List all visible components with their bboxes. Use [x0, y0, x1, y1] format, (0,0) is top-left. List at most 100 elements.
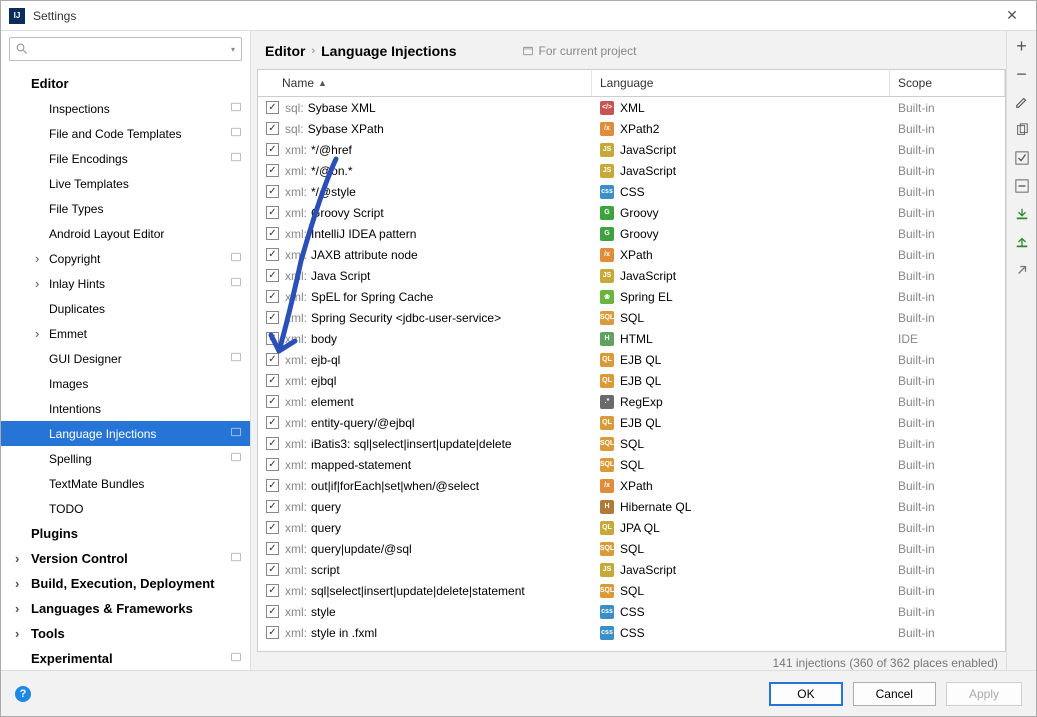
enabled-checkbox[interactable]: [266, 605, 279, 618]
table-row[interactable]: sql: Sybase XPath/xXPath2Built-in: [258, 118, 1005, 139]
table-row[interactable]: xml: */@hrefJSJavaScriptBuilt-in: [258, 139, 1005, 160]
sidebar-item-language-injections[interactable]: Language Injections: [1, 421, 250, 446]
sidebar-item-tools[interactable]: ›Tools: [1, 621, 250, 646]
table-row[interactable]: xml: queryHHibernate QLBuilt-in: [258, 496, 1005, 517]
sidebar-item-copyright[interactable]: ›Copyright: [1, 246, 250, 271]
enabled-checkbox[interactable]: [266, 122, 279, 135]
sidebar-item-spelling[interactable]: Spelling: [1, 446, 250, 471]
import-button[interactable]: [1013, 205, 1031, 223]
table-row[interactable]: xml: Groovy ScriptGGroovyBuilt-in: [258, 202, 1005, 223]
table-row[interactable]: xml: bodyHHTMLIDE: [258, 328, 1005, 349]
search-input-box[interactable]: ▾: [9, 37, 242, 61]
enabled-checkbox[interactable]: [266, 185, 279, 198]
sidebar-item-build-execution-deployment[interactable]: ›Build, Execution, Deployment: [1, 571, 250, 596]
enabled-checkbox[interactable]: [266, 563, 279, 576]
column-language[interactable]: Language: [592, 70, 890, 96]
enabled-checkbox[interactable]: [266, 542, 279, 555]
enabled-checkbox[interactable]: [266, 227, 279, 240]
cancel-button[interactable]: Cancel: [853, 682, 936, 706]
enabled-checkbox[interactable]: [266, 521, 279, 534]
enabled-checkbox[interactable]: [266, 311, 279, 324]
table-row[interactable]: xml: ejbqlQLEJB QLBuilt-in: [258, 370, 1005, 391]
sidebar-item-images[interactable]: Images: [1, 371, 250, 396]
enabled-checkbox[interactable]: [266, 332, 279, 345]
enable-button[interactable]: [1013, 149, 1031, 167]
enabled-checkbox[interactable]: [266, 248, 279, 261]
disable-button[interactable]: [1013, 177, 1031, 195]
enabled-checkbox[interactable]: [266, 500, 279, 513]
enabled-checkbox[interactable]: [266, 290, 279, 303]
close-button[interactable]: ✕: [996, 7, 1028, 24]
table-row[interactable]: xml: mapped-statementSQLSQLBuilt-in: [258, 454, 1005, 475]
table-row[interactable]: xml: query|update/@sqlSQLSQLBuilt-in: [258, 538, 1005, 559]
table-row[interactable]: xml: Spring Security <jdbc-user-service>…: [258, 307, 1005, 328]
column-scope[interactable]: Scope: [890, 70, 1005, 96]
table-row[interactable]: xml: SpEL for Spring Cache❀Spring ELBuil…: [258, 286, 1005, 307]
table-row[interactable]: xml: IntelliJ IDEA patternGGroovyBuilt-i…: [258, 223, 1005, 244]
sidebar-item-languages-frameworks[interactable]: ›Languages & Frameworks: [1, 596, 250, 621]
enabled-checkbox[interactable]: [266, 626, 279, 639]
help-button[interactable]: ?: [15, 686, 31, 702]
sidebar-item-experimental[interactable]: Experimental: [1, 646, 250, 670]
table-row[interactable]: xml: */@stylecssCSSBuilt-in: [258, 181, 1005, 202]
remove-button[interactable]: −: [1013, 65, 1031, 83]
search-input[interactable]: [32, 39, 231, 59]
enabled-checkbox[interactable]: [266, 395, 279, 408]
add-button[interactable]: +: [1013, 37, 1031, 55]
table-body[interactable]: sql: Sybase XML</>XMLBuilt-insql: Sybase…: [258, 97, 1005, 651]
table-row[interactable]: xml: element.*RegExpBuilt-in: [258, 391, 1005, 412]
sidebar-item-file-types[interactable]: File Types: [1, 196, 250, 221]
table-row[interactable]: xml: entity-query/@ejbqlQLEJB QLBuilt-in: [258, 412, 1005, 433]
ok-button[interactable]: OK: [769, 682, 842, 706]
sidebar-item-android-layout-editor[interactable]: Android Layout Editor: [1, 221, 250, 246]
table-row[interactable]: xml: ejb-qlQLEJB QLBuilt-in: [258, 349, 1005, 370]
table-row[interactable]: xml: JAXB attribute node/xXPathBuilt-in: [258, 244, 1005, 265]
enabled-checkbox[interactable]: [266, 479, 279, 492]
enabled-checkbox[interactable]: [266, 164, 279, 177]
enabled-checkbox[interactable]: [266, 584, 279, 597]
sidebar-item-plugins[interactable]: Plugins: [1, 521, 250, 546]
table-row[interactable]: xml: */@on.*JSJavaScriptBuilt-in: [258, 160, 1005, 181]
sidebar-item-intentions[interactable]: Intentions: [1, 396, 250, 421]
enabled-checkbox[interactable]: [266, 437, 279, 450]
enabled-checkbox[interactable]: [266, 269, 279, 282]
enabled-checkbox[interactable]: [266, 206, 279, 219]
sidebar-item-file-and-code-templates[interactable]: File and Code Templates: [1, 121, 250, 146]
table-row[interactable]: xml: iBatis3: sql|select|insert|update|d…: [258, 433, 1005, 454]
sidebar-item-inlay-hints[interactable]: ›Inlay Hints: [1, 271, 250, 296]
enabled-checkbox[interactable]: [266, 143, 279, 156]
sidebar-item-gui-designer[interactable]: GUI Designer: [1, 346, 250, 371]
sidebar-item-emmet[interactable]: ›Emmet: [1, 321, 250, 346]
sidebar-item-todo[interactable]: TODO: [1, 496, 250, 521]
edit-button[interactable]: [1013, 93, 1031, 111]
column-name[interactable]: Name▲: [258, 70, 592, 96]
enabled-checkbox[interactable]: [266, 458, 279, 471]
search-dropdown-icon[interactable]: ▾: [231, 45, 235, 54]
sidebar-item-file-encodings[interactable]: File Encodings: [1, 146, 250, 171]
sidebar-item-version-control[interactable]: ›Version Control: [1, 546, 250, 571]
sidebar-item-duplicates[interactable]: Duplicates: [1, 296, 250, 321]
language-label: XPath: [620, 248, 653, 262]
copy-button[interactable]: [1013, 121, 1031, 139]
enabled-checkbox[interactable]: [266, 374, 279, 387]
share-button[interactable]: [1013, 261, 1031, 279]
table-row[interactable]: xml: Java ScriptJSJavaScriptBuilt-in: [258, 265, 1005, 286]
table-row[interactable]: xml: style in .fxmlcssCSSBuilt-in: [258, 622, 1005, 643]
enabled-checkbox[interactable]: [266, 416, 279, 429]
table-row[interactable]: sql: Sybase XML</>XMLBuilt-in: [258, 97, 1005, 118]
settings-tree[interactable]: EditorInspectionsFile and Code Templates…: [1, 67, 250, 670]
sidebar-item-live-templates[interactable]: Live Templates: [1, 171, 250, 196]
table-row[interactable]: xml: scriptJSJavaScriptBuilt-in: [258, 559, 1005, 580]
sidebar-item-editor[interactable]: Editor: [1, 71, 250, 96]
sidebar-item-inspections[interactable]: Inspections: [1, 96, 250, 121]
export-button[interactable]: [1013, 233, 1031, 251]
table-row[interactable]: xml: stylecssCSSBuilt-in: [258, 601, 1005, 622]
enabled-checkbox[interactable]: [266, 101, 279, 114]
enabled-checkbox[interactable]: [266, 353, 279, 366]
sidebar-item-textmate-bundles[interactable]: TextMate Bundles: [1, 471, 250, 496]
table-row[interactable]: xml: sql|select|insert|update|delete|sta…: [258, 580, 1005, 601]
table-row[interactable]: xml: queryQLJPA QLBuilt-in: [258, 517, 1005, 538]
apply-button[interactable]: Apply: [946, 682, 1022, 706]
sidebar-item-label: Inlay Hints: [49, 277, 242, 291]
table-row[interactable]: xml: out|if|forEach|set|when/@select/xXP…: [258, 475, 1005, 496]
